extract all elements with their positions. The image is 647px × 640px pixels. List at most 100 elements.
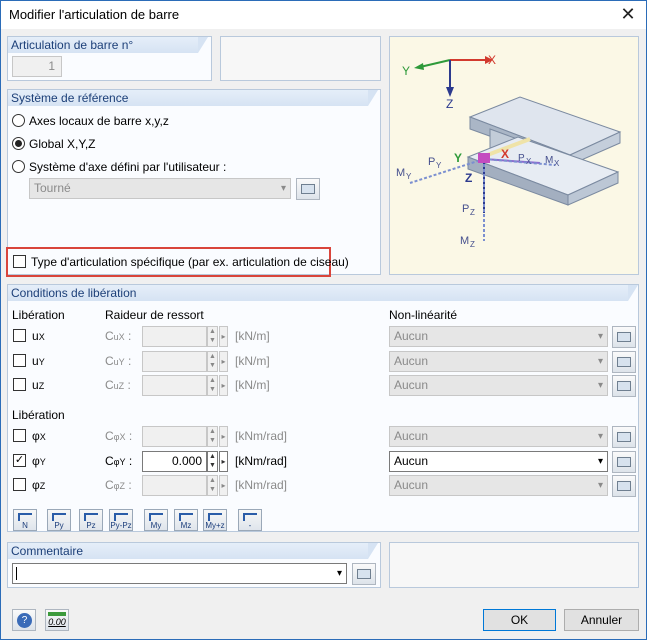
- uz-symbol: u: [32, 378, 39, 392]
- preset-py-label: Py: [54, 521, 64, 530]
- uz-nonlinearity-edit-button[interactable]: [612, 375, 636, 397]
- radio-global-axes[interactable]: [12, 137, 25, 150]
- close-icon[interactable]: ✕: [616, 3, 640, 25]
- release-uy-label: uY: [32, 354, 45, 368]
- preset-mz-label: Mz: [180, 521, 192, 530]
- cux-unit: [kN/m]: [235, 329, 270, 343]
- help-button[interactable]: ?: [12, 609, 36, 631]
- comment-input[interactable]: ▾: [12, 563, 347, 584]
- cuz-arrow-button[interactable]: ▸: [219, 375, 228, 396]
- cuy-unit: [kN/m]: [235, 354, 270, 368]
- dialog-window: Modifier l'articulation de barre ✕ Artic…: [0, 0, 647, 640]
- phix-nonlinearity-select[interactable]: Aucun ▾: [389, 426, 608, 447]
- user-axis-select[interactable]: Tourné ▾: [29, 178, 291, 199]
- chevron-down-icon: ▾: [597, 331, 603, 342]
- chevron-down-icon: ▾: [597, 380, 603, 391]
- chevron-down-icon: ▾: [280, 183, 286, 194]
- cphiy-label: CφY :: [105, 454, 133, 468]
- cuy-spinner[interactable]: ▲ ▼: [207, 351, 218, 372]
- ux-nonlinearity-value: Aucun: [394, 329, 429, 343]
- comment-edit-button[interactable]: [352, 563, 376, 585]
- release-uz-checkbox[interactable]: [13, 378, 26, 391]
- cuz-input[interactable]: [142, 375, 207, 396]
- release-phix-checkbox[interactable]: [13, 429, 26, 442]
- cphiy-unit: [kNm/rad]: [235, 454, 288, 468]
- edit-icon: [617, 457, 631, 467]
- release-column-header: Libération: [12, 308, 65, 322]
- phiy-nonlinearity-edit-button[interactable]: [612, 451, 636, 473]
- radio-local-axes-label: Axes locaux de barre x,y,z: [29, 114, 169, 128]
- preset-mz-button[interactable]: Mz: [174, 509, 198, 531]
- cphix-input[interactable]: [142, 426, 207, 447]
- cuz-spinner[interactable]: ▲ ▼: [207, 375, 218, 396]
- cphix-arrow-button[interactable]: ▸: [219, 426, 228, 447]
- spring-column-header: Raideur de ressort: [105, 308, 204, 322]
- cphiy-spinner[interactable]: ▲ ▼: [207, 451, 218, 472]
- preset-mz-icon: [179, 513, 193, 521]
- cphiz-symbol: C: [105, 478, 114, 492]
- cphiz-spinner[interactable]: ▲ ▼: [207, 475, 218, 496]
- cancel-button[interactable]: Annuler: [564, 609, 639, 631]
- cuy-input[interactable]: [142, 351, 207, 372]
- hinge-number-field[interactable]: 1: [12, 56, 62, 77]
- phiz-nonlinearity-select[interactable]: Aucun ▾: [389, 475, 608, 496]
- ok-button[interactable]: OK: [483, 609, 556, 631]
- preset-pypz-button[interactable]: Py-Pz: [109, 509, 133, 531]
- uy-nonlinearity-select[interactable]: Aucun ▾: [389, 351, 608, 372]
- release-phiz-checkbox[interactable]: [13, 478, 26, 491]
- uz-nonlinearity-value: Aucun: [394, 378, 429, 392]
- uy-nonlinearity-edit-button[interactable]: [612, 351, 636, 373]
- cuy-symbol: C: [105, 354, 114, 368]
- preset-none-button[interactable]: -: [238, 509, 262, 531]
- phiz-symbol: φ: [32, 478, 40, 492]
- cux-input[interactable]: [142, 326, 207, 347]
- phix-nonlinearity-edit-button[interactable]: [612, 426, 636, 448]
- radio-local-axes[interactable]: [12, 114, 25, 127]
- reference-system-label: Système de référence: [8, 90, 378, 106]
- units-button[interactable]: 0.00: [45, 609, 69, 631]
- specific-type-checkbox[interactable]: [13, 255, 26, 268]
- release-ux-checkbox[interactable]: [13, 329, 26, 342]
- cphiz-sub: φZ: [113, 481, 126, 491]
- comment-label: Commentaire: [8, 543, 378, 559]
- cphiy-arrow-button[interactable]: ▸: [219, 451, 228, 472]
- phiy-sub: Y: [39, 457, 46, 467]
- cphiy-input[interactable]: 0.000: [142, 451, 207, 472]
- phiz-nonlinearity-edit-button[interactable]: [612, 475, 636, 497]
- preset-my-icon: [149, 513, 163, 521]
- phiy-nonlinearity-select[interactable]: Aucun ▾: [389, 451, 608, 472]
- rotation-release-header: Libération: [12, 408, 65, 422]
- preset-none-label: -: [248, 521, 252, 530]
- uz-nonlinearity-select[interactable]: Aucun ▾: [389, 375, 608, 396]
- user-axis-edit-button[interactable]: [296, 178, 320, 200]
- my-sub-label: Y: [406, 172, 412, 181]
- text-cursor: [16, 567, 17, 580]
- release-ux-label: uX: [32, 329, 45, 343]
- title-bar: Modifier l'articulation de barre ✕: [1, 1, 646, 29]
- ux-nonlinearity-select[interactable]: Aucun ▾: [389, 326, 608, 347]
- preset-pz-button[interactable]: Pz: [79, 509, 103, 531]
- cux-arrow-button[interactable]: ▸: [219, 326, 228, 347]
- cphiz-input[interactable]: [142, 475, 207, 496]
- cux-spinner[interactable]: ▲ ▼: [207, 326, 218, 347]
- preset-py-icon: [52, 513, 66, 521]
- preset-py-button[interactable]: Py: [47, 509, 71, 531]
- pz-label: P: [462, 203, 469, 215]
- preset-my-button[interactable]: My: [144, 509, 168, 531]
- radio-user-axes-label: Système d'axe défini par l'utilisateur :: [29, 160, 227, 174]
- radio-global-axes-label: Global X,Y,Z: [29, 137, 96, 151]
- release-uy-checkbox[interactable]: [13, 354, 26, 367]
- release-phiy-checkbox[interactable]: ✓: [13, 454, 26, 467]
- chevron-down-icon: ▾: [336, 568, 342, 579]
- radio-user-axes[interactable]: [12, 160, 25, 173]
- local-y-label: Y: [454, 151, 462, 165]
- preset-n-button[interactable]: N: [13, 509, 37, 531]
- cuz-label: CuZ :: [105, 378, 131, 392]
- cuy-arrow-button[interactable]: ▸: [219, 351, 228, 372]
- cphix-spinner[interactable]: ▲ ▼: [207, 426, 218, 447]
- ux-nonlinearity-edit-button[interactable]: [612, 326, 636, 348]
- preset-myz-button[interactable]: My+z: [203, 509, 227, 531]
- cphiz-arrow-button[interactable]: ▸: [219, 475, 228, 496]
- mx-label: M: [545, 155, 553, 166]
- phix-sub: X: [39, 432, 46, 442]
